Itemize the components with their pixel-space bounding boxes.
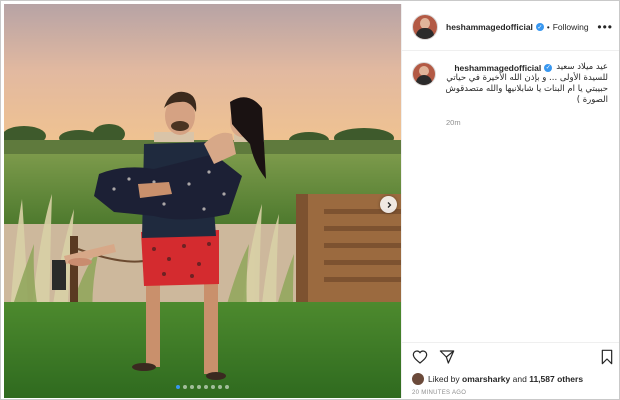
verified-badge-icon: ✓	[535, 23, 544, 31]
header-separator: •	[546, 22, 550, 32]
carousel-dot	[211, 385, 215, 389]
carousel-dot	[176, 385, 180, 389]
heart-icon[interactable]	[412, 349, 428, 365]
caption-username[interactable]: heshammagedofficial	[454, 63, 541, 73]
post-header: heshammagedofficial ✓ • Following •••	[402, 4, 619, 51]
caption-line: للسيدة الأولى ... و بإذن الله الأخيرة في…	[446, 73, 608, 83]
verified-badge-icon: ✓	[544, 63, 553, 72]
instagram-post-window: heshammagedofficial ✓ • Following ••• he…	[0, 0, 620, 400]
caption-avatar[interactable]	[412, 62, 436, 86]
next-photo-button[interactable]	[380, 196, 397, 213]
paper-plane-icon[interactable]	[439, 349, 455, 365]
caption-line: عيد ميلاد سعيد	[556, 62, 608, 72]
likes-summary: Liked by omarsharky and 11,587 others	[412, 373, 583, 385]
post-caption: heshammagedofficial ✓ عيد ميلاد سعيد للس…	[412, 62, 612, 127]
post-actions: Liked by omarsharky and 11,587 others 20…	[402, 342, 619, 400]
caption-line: حبيبتي يا ام البنات يا شابلانيها والله م…	[445, 84, 608, 94]
carousel-dot	[197, 385, 201, 389]
bookmark-icon[interactable]	[599, 349, 615, 365]
avatar[interactable]	[412, 14, 438, 40]
carousel-dot	[204, 385, 208, 389]
following-button[interactable]: Following	[553, 22, 589, 32]
post-photo[interactable]	[4, 4, 401, 398]
caption-age: 20m	[446, 118, 461, 127]
chevron-right-icon	[387, 201, 391, 208]
post-timestamp: 20 MINUTES AGO	[412, 390, 467, 396]
carousel-dot	[190, 385, 194, 389]
liked-and: and	[512, 374, 527, 384]
liked-prefix: Liked by	[428, 374, 460, 384]
carousel-dot	[183, 385, 187, 389]
liked-user[interactable]: omarsharky	[462, 374, 510, 384]
post-side-panel: heshammagedofficial ✓ • Following ••• he…	[401, 4, 619, 400]
caption-header: heshammagedofficial ✓ عيد ميلاد سعيد	[444, 62, 608, 73]
carousel-indicator	[4, 385, 401, 389]
liked-others[interactable]: 11,587 others	[529, 374, 583, 384]
header-username[interactable]: heshammagedofficial	[446, 22, 533, 32]
photo-illustration	[4, 4, 401, 398]
liker-avatar[interactable]	[412, 373, 424, 385]
ellipsis-icon[interactable]: •••	[597, 20, 613, 34]
caption-line: الصورة )	[576, 95, 608, 105]
carousel-dot	[218, 385, 222, 389]
carousel-dot	[225, 385, 229, 389]
